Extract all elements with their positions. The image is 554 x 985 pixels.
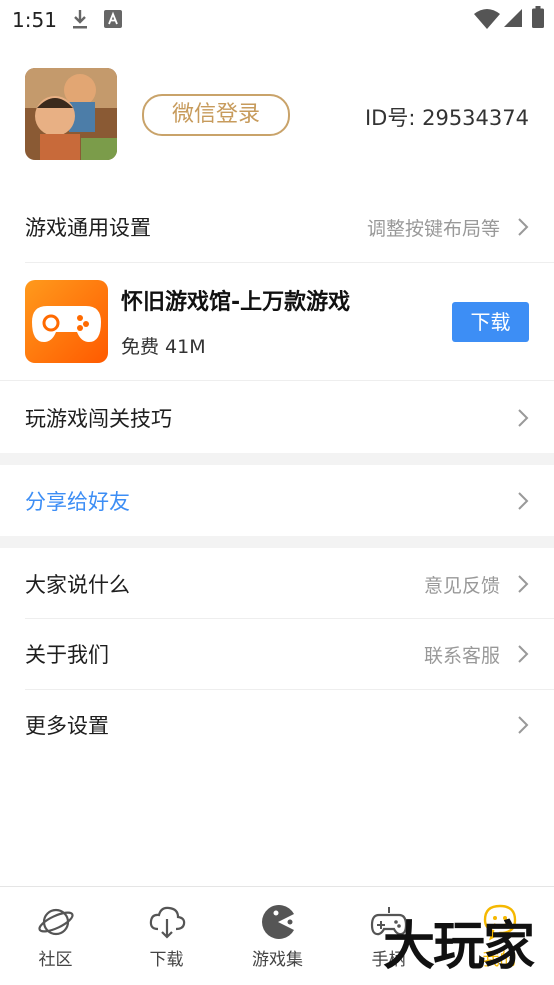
wifi-icon [474, 9, 500, 29]
promo-app-meta: 免费 41M [121, 336, 206, 358]
feedback-hint: 意见反馈 [423, 575, 500, 597]
planet-icon [38, 908, 74, 936]
about-row[interactable]: 关于我们 联系客服 [0, 619, 554, 689]
battery-icon [532, 6, 544, 28]
tab-label: 社区 [38, 950, 73, 970]
watermark: 大玩家 [383, 917, 535, 977]
gamepad-icon [32, 306, 101, 342]
signal-icon [504, 9, 522, 27]
status-bar: 1:51 [0, 0, 554, 40]
tab-label: 下载 [149, 950, 184, 970]
tab-game-collection[interactable]: 游戏集 [222, 887, 333, 985]
chevron-right-icon [518, 716, 529, 734]
app-notification-icon [104, 10, 122, 28]
tips-label: 玩游戏闯关技巧 [25, 407, 172, 431]
feedback-row[interactable]: 大家说什么 意见反馈 [0, 549, 554, 619]
about-label: 关于我们 [25, 643, 109, 667]
user-id: ID号: 29534374 [364, 106, 529, 130]
general-settings-row[interactable]: 游戏通用设置 调整按键布局等 [0, 192, 554, 262]
general-settings-label: 游戏通用设置 [25, 216, 151, 240]
avatar-image [25, 68, 117, 160]
chevron-right-icon [518, 409, 529, 427]
avatar[interactable] [25, 68, 117, 160]
about-hint: 联系客服 [423, 645, 500, 667]
more-settings-row[interactable]: 更多设置 [0, 690, 554, 760]
general-settings-hint: 调整按键布局等 [366, 218, 500, 240]
wechat-login-button[interactable]: 微信登录 [142, 94, 290, 136]
promo-app-title: 怀旧游戏馆-上万款游戏 [121, 290, 351, 315]
share-label: 分享给好友 [25, 490, 130, 514]
chevron-right-icon [518, 645, 529, 663]
download-button[interactable]: 下载 [452, 302, 529, 342]
cloud-download-icon [149, 906, 186, 939]
tab-download[interactable]: 下载 [111, 887, 222, 985]
download-status-icon [73, 10, 87, 29]
promo-app-card[interactable]: 怀旧游戏馆-上万款游戏 免费 41M 下载 [0, 262, 554, 380]
share-row[interactable]: 分享给好友 [0, 466, 554, 536]
divider [0, 380, 554, 381]
chevron-right-icon [518, 492, 529, 510]
more-settings-label: 更多设置 [25, 714, 109, 738]
feedback-label: 大家说什么 [25, 573, 130, 597]
promo-app-icon [25, 280, 108, 363]
tips-row[interactable]: 玩游戏闯关技巧 [0, 383, 554, 453]
chevron-right-icon [518, 575, 529, 593]
chevron-right-icon [518, 218, 529, 236]
status-time: 1:51 [12, 8, 57, 32]
pacman-icon [262, 905, 294, 939]
profile-header: 微信登录 ID号: 29534374 [0, 60, 554, 170]
section-gap [0, 453, 554, 465]
tab-label: 游戏集 [252, 950, 303, 970]
tab-community[interactable]: 社区 [0, 887, 111, 985]
section-gap [0, 536, 554, 548]
